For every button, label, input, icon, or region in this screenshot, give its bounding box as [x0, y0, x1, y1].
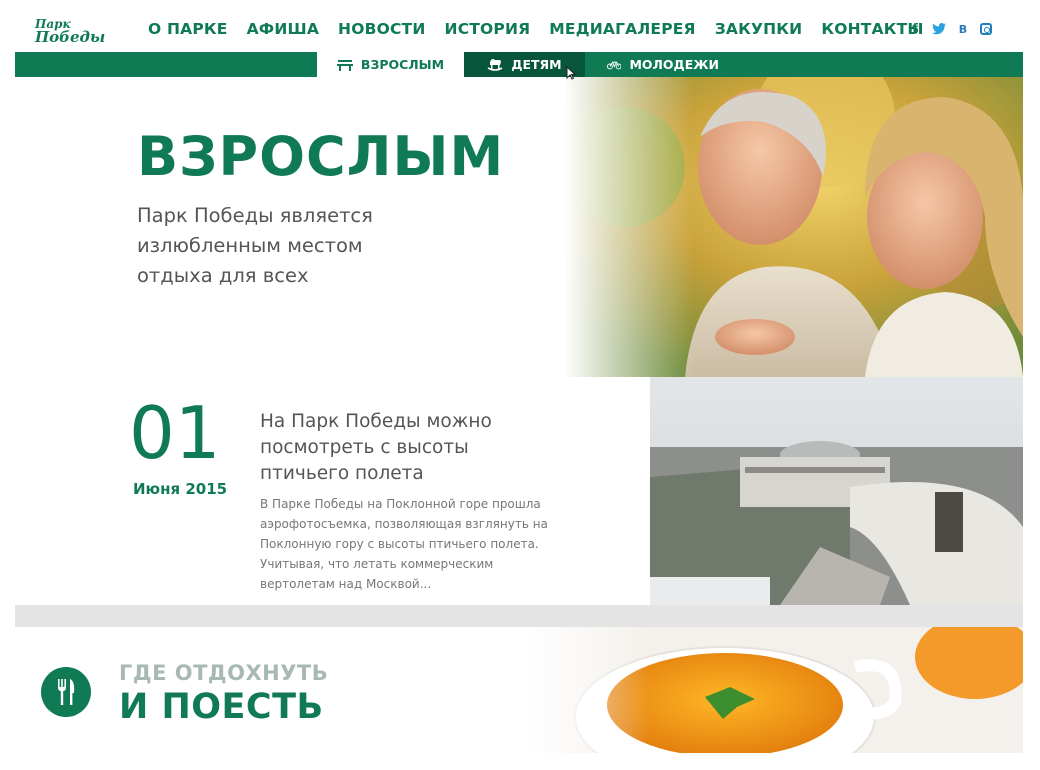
nav-procurement[interactable]: ЗАКУПКИ	[715, 20, 803, 38]
page-frame: Парк Победы О ПАРКЕ АФИША НОВОСТИ ИСТОРИ…	[15, 0, 1023, 770]
tab-adults-label: ВЗРОСЛЫМ	[360, 57, 445, 72]
nav-media[interactable]: МЕДИАГАЛЕРЕЯ	[549, 20, 695, 38]
food-section: ГДЕ ОТДОХНУТЬ И ПОЕСТЬ	[15, 627, 1023, 753]
audience-tabbar: ВЗРОСЛЫМ ДЕТЯМ МОЛОДЕЖИ	[15, 52, 1023, 77]
main-nav: О ПАРКЕ АФИША НОВОСТИ ИСТОРИЯ МЕДИАГАЛЕР…	[148, 20, 943, 38]
tab-youth[interactable]: МОЛОДЕЖИ	[593, 52, 733, 77]
nav-history[interactable]: ИСТОРИЯ	[445, 20, 531, 38]
rocking-horse-icon	[487, 59, 503, 71]
site-header: Парк Победы О ПАРКЕ АФИША НОВОСТИ ИСТОРИ…	[15, 0, 1023, 52]
site-logo[interactable]: Парк Победы	[35, 18, 106, 46]
news-photo-aerial[interactable]	[650, 377, 1023, 605]
news-date-day: 01	[129, 391, 221, 475]
tab-kids-label: ДЕТЯМ	[511, 57, 562, 72]
bicycle-icon	[607, 61, 622, 69]
fork-knife-icon[interactable]	[41, 667, 91, 717]
twitter-icon[interactable]	[932, 22, 946, 36]
news-date-month: Июня 2015	[133, 480, 228, 498]
hero-title: ВЗРОСЛЫМ	[137, 125, 505, 188]
food-photo-soup	[525, 627, 1023, 753]
instagram-icon[interactable]	[980, 23, 992, 35]
hero-subtitle: Парк Победы является излюбленным местом …	[137, 204, 373, 287]
section-divider	[15, 605, 1023, 627]
food-heading-line-2: И ПОЕСТЬ	[119, 687, 324, 727]
tab-youth-label: МОЛОДЕЖИ	[629, 57, 719, 72]
tab-adults[interactable]: ВЗРОСЛЫМ	[317, 52, 464, 77]
news-section: 01 Июня 2015 На Парк Победы можно посмот…	[15, 377, 1023, 605]
nav-events[interactable]: АФИША	[247, 20, 319, 38]
news-excerpt: В Парке Победы на Поклонной горе прошла …	[260, 497, 548, 591]
hero-photo-couple	[565, 77, 1023, 377]
bench-icon	[336, 59, 353, 71]
logo-line-2: Победы	[35, 28, 106, 46]
facebook-icon[interactable]: f	[908, 22, 922, 37]
hero-section: ВЗРОСЛЫМ Парк Победы является излюбленны…	[15, 77, 1023, 377]
news-title-link[interactable]: На Парк Победы можно посмотреть с высоты…	[260, 409, 520, 487]
social-links: f В	[908, 22, 992, 37]
food-heading-line-1: ГДЕ ОТДОХНУТЬ	[119, 661, 329, 685]
nav-news[interactable]: НОВОСТИ	[338, 20, 425, 38]
cursor-icon	[566, 66, 576, 80]
nav-about[interactable]: О ПАРКЕ	[148, 20, 228, 38]
vk-icon[interactable]: В	[956, 22, 970, 36]
